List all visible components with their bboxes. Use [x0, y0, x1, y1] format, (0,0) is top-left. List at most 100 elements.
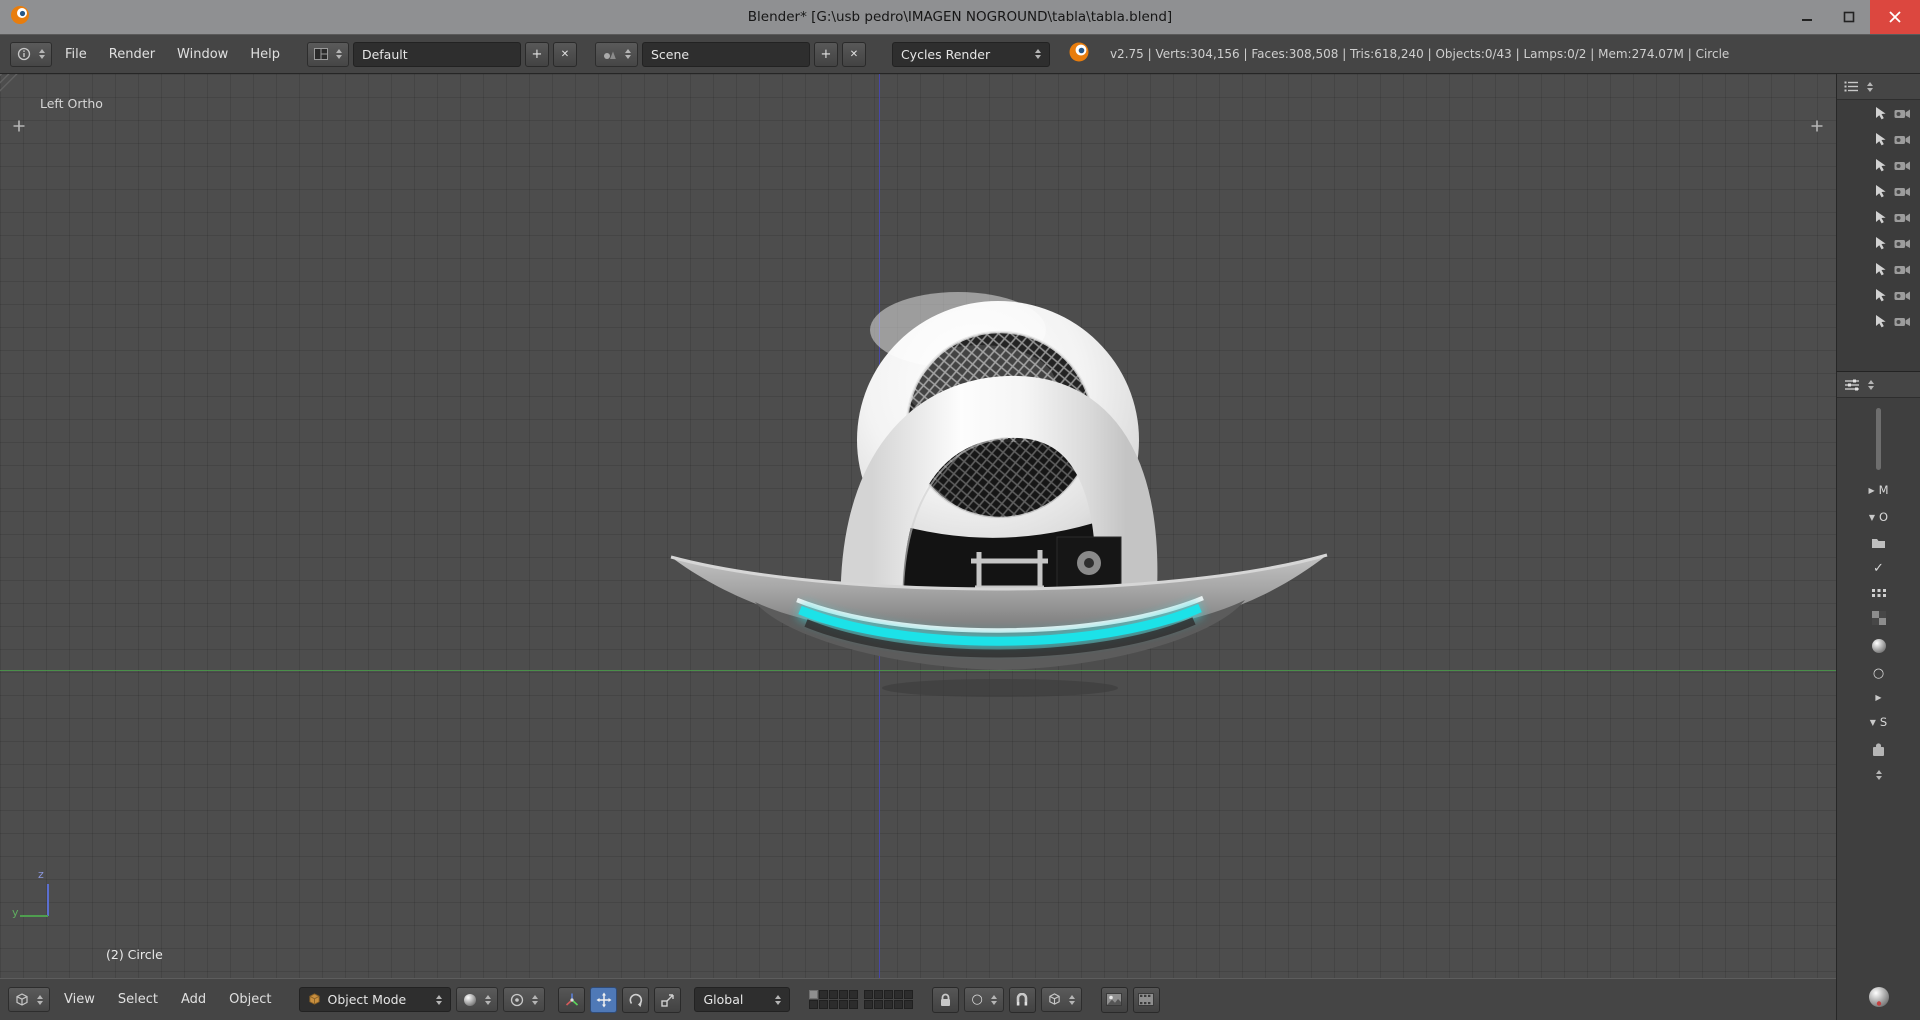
outliner-row [1837, 308, 1920, 334]
panel-scene-row[interactable]: ▼ S [1870, 715, 1887, 729]
dropdown-arrows-icon [37, 994, 43, 1005]
folder-icon[interactable] [1871, 537, 1886, 549]
dots-grid-icon[interactable] [1871, 588, 1887, 598]
restrict-select-icon[interactable] [1874, 158, 1887, 172]
menu-view[interactable]: View [55, 988, 104, 1011]
restrict-select-icon[interactable] [1874, 288, 1887, 302]
plus-icon: + [820, 46, 832, 62]
pivot-icon [511, 993, 524, 1006]
restrict-select-icon[interactable] [1874, 236, 1887, 250]
render-engine-select[interactable]: Cycles Render [891, 41, 1050, 67]
dropdown-arrows-icon [775, 994, 782, 1005]
proportional-edit-select[interactable]: ○ [964, 987, 1004, 1012]
menu-object[interactable]: Object [220, 988, 280, 1011]
restrict-select-icon[interactable] [1874, 262, 1887, 276]
restrict-render-icon[interactable] [1894, 107, 1911, 119]
properties-header[interactable] [1837, 372, 1920, 398]
texture-checker-icon[interactable] [1871, 611, 1886, 625]
scale-manipulator-button[interactable] [654, 986, 682, 1013]
opengl-render-anim-button[interactable] [1132, 986, 1160, 1013]
restrict-render-icon[interactable] [1894, 159, 1911, 171]
scene-icon [603, 51, 616, 59]
restrict-render-icon[interactable] [1894, 263, 1911, 275]
viewport-3d[interactable]: Left Ortho z y (2) Circle [0, 74, 1836, 978]
shading-sphere-icon [464, 993, 477, 1006]
scene-value: Scene [650, 46, 690, 62]
snap-element-select[interactable] [1040, 987, 1082, 1012]
viewport-editor-type-button[interactable] [8, 987, 50, 1012]
panel-object-row[interactable]: ▼ O [1869, 510, 1888, 524]
restrict-render-icon[interactable] [1894, 133, 1911, 145]
layers-widget[interactable] [809, 990, 914, 1009]
translate-manipulator-button[interactable] [590, 986, 618, 1013]
layer-group-2[interactable] [864, 990, 914, 1009]
minimize-button[interactable] [1786, 0, 1828, 34]
trackball-icon[interactable] [1868, 986, 1890, 1008]
opengl-render-still-button[interactable] [1100, 986, 1128, 1013]
toolshelf-expand-icon[interactable] [12, 118, 26, 137]
outliner-row [1837, 230, 1920, 256]
info-header: File Render Window Help Default + ✕ Scen… [0, 34, 1920, 74]
restrict-select-icon[interactable] [1874, 106, 1887, 120]
outliner-header[interactable] [1837, 74, 1920, 100]
outliner-row [1837, 152, 1920, 178]
menu-file[interactable]: File [56, 43, 96, 66]
screen-layout-field[interactable]: Default [352, 41, 521, 67]
expand-arrow-icon[interactable]: ▶ [1875, 693, 1881, 702]
mode-select[interactable]: Object Mode [299, 987, 452, 1012]
material-sphere-icon[interactable] [1871, 638, 1887, 654]
menu-window[interactable]: Window [168, 43, 237, 66]
scene-panel-label: S [1879, 715, 1888, 729]
menu-select[interactable]: Select [109, 988, 167, 1011]
restrict-select-icon[interactable] [1874, 314, 1887, 328]
axis-lines [20, 884, 49, 917]
transform-orientation-select[interactable]: Global [694, 987, 791, 1012]
scale-icon [661, 993, 674, 1007]
proportional-circle-icon[interactable]: ○ [1873, 667, 1884, 680]
rotate-manipulator-button[interactable] [622, 986, 650, 1013]
orientation-value: Global [703, 992, 744, 1007]
dropdown-arrows-icon [436, 994, 443, 1005]
scene-add-button[interactable]: + [813, 41, 838, 67]
restrict-render-icon[interactable] [1894, 237, 1911, 249]
screen-layout-value: Default [361, 46, 408, 62]
screen-layout-delete-button[interactable]: ✕ [552, 41, 577, 67]
titlebar[interactable]: Blender* [G:\usb pedro\IMAGEN NOGROUND\t… [0, 0, 1920, 34]
restrict-select-icon[interactable] [1874, 132, 1887, 146]
viewport-shading-select[interactable] [456, 987, 499, 1012]
scene-delete-button[interactable]: ✕ [841, 41, 866, 67]
manipulator-toggle-button[interactable] [558, 986, 586, 1013]
restrict-select-icon[interactable] [1874, 184, 1887, 198]
plugin-icon[interactable] [1871, 742, 1886, 757]
info-editor-type-button[interactable] [10, 41, 52, 67]
panel-material-row[interactable]: ▶ M [1868, 483, 1888, 497]
area-corner-widget[interactable] [0, 74, 20, 94]
checkmark-icon[interactable]: ✓ [1873, 562, 1884, 575]
scene-field[interactable]: Scene [641, 41, 810, 67]
restrict-render-icon[interactable] [1894, 289, 1911, 301]
restrict-select-icon[interactable] [1874, 210, 1887, 224]
lock-to-scene-button[interactable] [932, 986, 960, 1013]
properties-region-expand-icon[interactable] [1810, 118, 1824, 137]
updown-arrows-icon[interactable] [1875, 770, 1882, 780]
screen-layout-add-button[interactable]: + [524, 41, 549, 67]
menu-add[interactable]: Add [172, 988, 215, 1011]
menu-render[interactable]: Render [100, 43, 164, 66]
screen-layout-browse-button[interactable] [306, 41, 349, 67]
info-editor-icon [17, 47, 31, 61]
pivot-point-select[interactable] [503, 987, 546, 1012]
scene-browse-button[interactable] [594, 41, 638, 67]
close-button[interactable] [1870, 0, 1920, 34]
scrollbar-handle[interactable] [1876, 408, 1881, 470]
maximize-button[interactable] [1828, 0, 1870, 34]
viewport-header: View Select Add Object Object Mode Globa… [0, 978, 1836, 1020]
properties-panel: ▶ M ▼ O ✓ ○ ▶ ▼ S [1836, 372, 1920, 1020]
menu-help[interactable]: Help [241, 43, 289, 66]
restrict-render-icon[interactable] [1894, 185, 1911, 197]
snap-toggle-button[interactable] [1008, 986, 1036, 1013]
restrict-render-icon[interactable] [1894, 211, 1911, 223]
window-controls [1786, 0, 1920, 34]
layer-group-1[interactable] [809, 990, 859, 1009]
close-icon [1889, 11, 1901, 23]
restrict-render-icon[interactable] [1894, 315, 1911, 327]
